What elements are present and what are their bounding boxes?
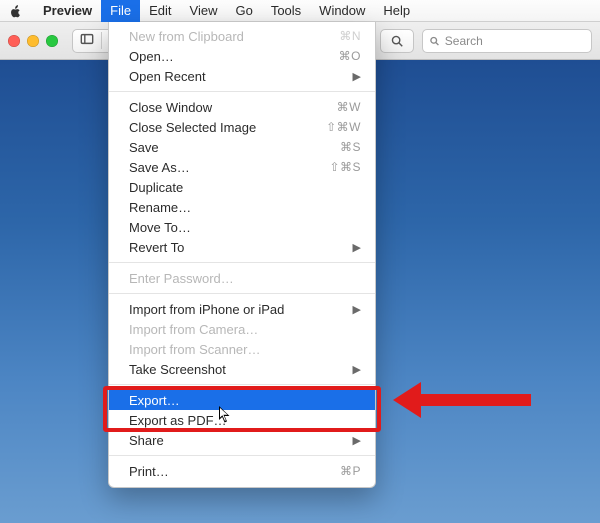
file-menu-item-save[interactable]: Save⌘S	[109, 137, 375, 157]
menu-item-label: Import from iPhone or iPad	[129, 302, 345, 317]
menu-item-shortcut: ⇧⌘W	[326, 120, 361, 134]
file-menu-item-open[interactable]: Open…⌘O	[109, 46, 375, 66]
menu-item-label: Close Window	[129, 100, 337, 115]
menu-item-label: Take Screenshot	[129, 362, 345, 377]
file-menu-dropdown: New from Clipboard⌘NOpen…⌘OOpen Recent▶C…	[108, 22, 376, 488]
submenu-chevron-icon: ▶	[353, 303, 361, 316]
toolbar-search[interactable]	[422, 29, 592, 53]
menubar-item-tools[interactable]: Tools	[262, 0, 310, 22]
file-menu-item-enter-password: Enter Password…	[109, 268, 375, 288]
menu-separator	[109, 262, 375, 263]
toolbar-search-input[interactable]	[445, 34, 585, 48]
menu-item-shortcut: ⌘W	[337, 100, 361, 114]
pen-tip-icon	[390, 34, 404, 48]
menu-item-label: Share	[129, 433, 345, 448]
menu-item-shortcut: ⌘S	[340, 140, 361, 154]
menu-separator	[109, 293, 375, 294]
menubar-item-file[interactable]: File	[101, 0, 140, 22]
markup-toggle-button[interactable]	[380, 29, 414, 53]
window-minimize-button[interactable]	[27, 35, 39, 47]
menu-item-label: Rename…	[129, 200, 361, 215]
menu-item-label: Open…	[129, 49, 339, 64]
mouse-cursor-icon	[219, 406, 231, 424]
menubar-item-edit[interactable]: Edit	[140, 0, 180, 22]
file-menu-item-import-from-camera: Import from Camera…	[109, 319, 375, 339]
file-menu-item-take-screenshot[interactable]: Take Screenshot ▶	[109, 359, 375, 379]
menu-item-label: Export…	[129, 393, 361, 408]
file-menu-item-duplicate[interactable]: Duplicate	[109, 177, 375, 197]
menu-separator	[109, 384, 375, 385]
menubar-item-window[interactable]: Window	[310, 0, 374, 22]
file-menu-item-close-window[interactable]: Close Window⌘W	[109, 97, 375, 117]
file-menu-item-move-to[interactable]: Move To…	[109, 217, 375, 237]
menu-item-label: Save As…	[129, 160, 329, 175]
system-menubar: Preview FileEditViewGoToolsWindowHelp	[0, 0, 600, 22]
menu-item-label: Duplicate	[129, 180, 361, 195]
apple-menu-icon[interactable]	[8, 4, 24, 18]
submenu-chevron-icon: ▶	[353, 434, 361, 447]
submenu-chevron-icon: ▶	[353, 363, 361, 376]
menubar-item-go[interactable]: Go	[226, 0, 261, 22]
submenu-chevron-icon: ▶	[353, 241, 361, 254]
file-menu-item-import-from-iphone-or-ipad[interactable]: Import from iPhone or iPad ▶	[109, 299, 375, 319]
window-close-button[interactable]	[8, 35, 20, 47]
submenu-chevron-icon: ▶	[353, 70, 361, 83]
menu-separator	[109, 455, 375, 456]
file-menu-item-rename[interactable]: Rename…	[109, 197, 375, 217]
file-menu-item-print[interactable]: Print…⌘P	[109, 461, 375, 481]
menu-item-label: Save	[129, 140, 340, 155]
menubar-app-name[interactable]: Preview	[34, 0, 101, 22]
menu-item-label: Import from Scanner…	[129, 342, 361, 357]
file-menu-item-export-as-pdf[interactable]: Export as PDF…	[109, 410, 375, 430]
file-menu-item-save-as[interactable]: Save As…⇧⌘S	[109, 157, 375, 177]
menu-item-shortcut: ⌘O	[339, 49, 361, 63]
menu-item-label: Close Selected Image	[129, 120, 326, 135]
file-menu-item-new-from-clipboard: New from Clipboard⌘N	[109, 26, 375, 46]
menu-item-label: Import from Camera…	[129, 322, 361, 337]
menu-item-shortcut: ⌘P	[340, 464, 361, 478]
menubar-item-view[interactable]: View	[181, 0, 227, 22]
sidebar-icon	[73, 32, 102, 49]
file-menu-item-open-recent[interactable]: Open Recent ▶	[109, 66, 375, 86]
search-icon	[429, 35, 440, 47]
menu-item-label: New from Clipboard	[129, 29, 339, 44]
file-menu-item-revert-to[interactable]: Revert To ▶	[109, 237, 375, 257]
file-menu-item-close-selected-image[interactable]: Close Selected Image⇧⌘W	[109, 117, 375, 137]
menu-item-label: Print…	[129, 464, 340, 479]
menu-item-label: Export as PDF…	[129, 413, 361, 428]
menu-item-label: Enter Password…	[129, 271, 361, 286]
window-zoom-button[interactable]	[46, 35, 58, 47]
file-menu-item-share[interactable]: Share ▶	[109, 430, 375, 450]
window-traffic-lights	[8, 35, 58, 47]
menu-item-shortcut: ⌘N	[339, 29, 361, 43]
file-menu-item-import-from-scanner: Import from Scanner…	[109, 339, 375, 359]
annotation-arrow	[393, 382, 531, 418]
menu-separator	[109, 91, 375, 92]
menu-item-label: Move To…	[129, 220, 361, 235]
menubar-item-help[interactable]: Help	[374, 0, 419, 22]
menu-item-shortcut: ⇧⌘S	[329, 160, 361, 174]
menu-item-label: Open Recent	[129, 69, 345, 84]
file-menu-item-export[interactable]: Export…	[109, 390, 375, 410]
menu-item-label: Revert To	[129, 240, 345, 255]
